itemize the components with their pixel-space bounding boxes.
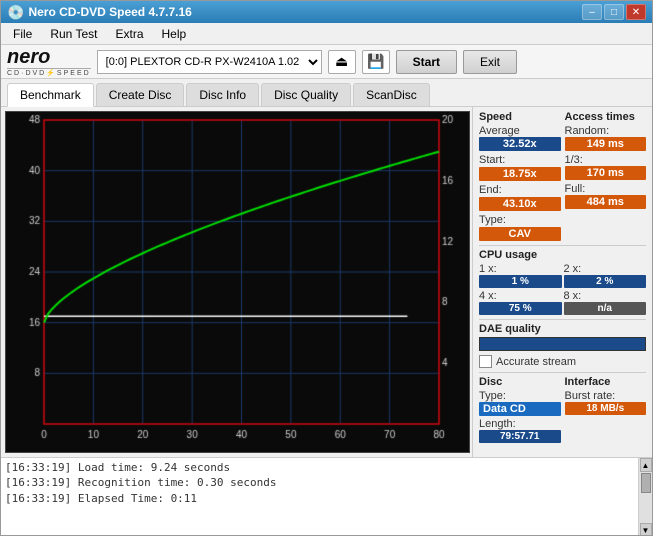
random-label: Random: xyxy=(565,125,647,137)
dae-title: DAE quality xyxy=(479,323,646,335)
save-button[interactable]: 💾 xyxy=(362,50,390,74)
type-label: Type: xyxy=(479,214,506,226)
cpu-8x-value: n/a xyxy=(564,302,647,315)
right-panel: Speed Average 32.52x Start: 18.75x End: … xyxy=(472,107,652,457)
tabs-row: Benchmark Create Disc Disc Info Disc Qua… xyxy=(1,79,652,107)
menu-bar: File Run Test Extra Help xyxy=(1,23,652,45)
avg-value: 32.52x xyxy=(479,137,561,151)
random-value: 149 ms xyxy=(565,137,647,151)
eject-button[interactable]: ⏏ xyxy=(328,50,356,74)
tab-disc-quality[interactable]: Disc Quality xyxy=(261,83,351,106)
cpu-4x-value: 75 % xyxy=(479,302,562,315)
nero-logo: nero CD·DVD⚡SPEED xyxy=(7,47,91,77)
avg-label: Average xyxy=(479,125,561,137)
cpu-1x-value: 1 % xyxy=(479,275,562,288)
toolbar: nero CD·DVD⚡SPEED [0:0] PLEXTOR CD-R PX-… xyxy=(1,45,652,79)
cpu-2x-value: 2 % xyxy=(564,275,647,288)
disc-length-label: Length: xyxy=(479,418,561,430)
cpu-8x-label: 8 x: xyxy=(564,290,582,302)
cpu-4x-label: 4 x: xyxy=(479,290,497,302)
log-area: [16:33:19] Load time: 9.24 seconds [16:3… xyxy=(1,457,652,536)
onethird-label: 1/3: xyxy=(565,154,647,166)
accurate-stream-label: Accurate stream xyxy=(496,356,576,368)
cpu-1x-label: 1 x: xyxy=(479,263,497,275)
disc-type-value: Data CD xyxy=(479,402,561,416)
menu-extra[interactable]: Extra xyxy=(107,25,151,43)
disc-type-label: Type: xyxy=(479,390,561,402)
interface-title: Interface xyxy=(565,376,647,388)
scroll-down-button[interactable]: ▼ xyxy=(640,523,652,536)
cpu-title: CPU usage xyxy=(479,249,646,261)
scroll-up-button[interactable]: ▲ xyxy=(640,458,652,472)
benchmark-chart xyxy=(6,112,469,452)
dae-bar xyxy=(479,337,646,351)
type-value: CAV xyxy=(479,227,561,241)
log-line-2: [16:33:19] Elapsed Time: 0:11 xyxy=(5,491,634,506)
start-value: 18.75x xyxy=(479,167,561,181)
start-label: Start: xyxy=(479,154,505,166)
onethird-value: 170 ms xyxy=(565,166,647,180)
disc-title: Disc xyxy=(479,376,561,388)
app-icon: 💿 xyxy=(7,4,24,21)
log-scrollbar[interactable]: ▲ ▼ xyxy=(638,458,652,536)
window-title: Nero CD-DVD Speed 4.7.7.16 xyxy=(28,5,191,19)
exit-button[interactable]: Exit xyxy=(463,50,517,74)
cpu-2x-label: 2 x: xyxy=(564,263,582,275)
tab-scan-disc[interactable]: ScanDisc xyxy=(353,83,430,106)
end-value: 43.10x xyxy=(479,197,561,211)
disc-length-value: 79:57.71 xyxy=(479,430,561,443)
accurate-stream-checkbox[interactable] xyxy=(479,355,492,368)
burst-value: 18 MB/s xyxy=(565,402,647,415)
tab-benchmark[interactable]: Benchmark xyxy=(7,83,94,107)
burst-label: Burst rate: xyxy=(565,390,647,402)
access-title: Access times xyxy=(565,111,647,123)
speed-title: Speed xyxy=(479,111,561,123)
tab-create-disc[interactable]: Create Disc xyxy=(96,83,185,106)
drive-select[interactable]: [0:0] PLEXTOR CD-R PX-W2410A 1.02 xyxy=(97,50,322,74)
close-button[interactable]: ✕ xyxy=(626,4,646,20)
menu-run-test[interactable]: Run Test xyxy=(42,25,105,43)
log-content: [16:33:19] Load time: 9.24 seconds [16:3… xyxy=(1,458,638,536)
log-line-0: [16:33:19] Load time: 9.24 seconds xyxy=(5,460,634,475)
menu-file[interactable]: File xyxy=(5,25,40,43)
nero-brand-text: nero xyxy=(7,47,91,67)
maximize-button[interactable]: □ xyxy=(604,4,624,20)
log-line-1: [16:33:19] Recognition time: 0.30 second… xyxy=(5,475,634,490)
end-label: End: xyxy=(479,184,502,196)
menu-help[interactable]: Help xyxy=(154,25,195,43)
start-button[interactable]: Start xyxy=(396,50,457,74)
tab-disc-info[interactable]: Disc Info xyxy=(186,83,259,106)
title-bar: 💿 Nero CD-DVD Speed 4.7.7.16 – □ ✕ xyxy=(1,1,652,23)
full-value: 484 ms xyxy=(565,195,647,209)
full-label: Full: xyxy=(565,183,647,195)
nero-product-text: CD·DVD⚡SPEED xyxy=(7,68,91,77)
scroll-thumb[interactable] xyxy=(641,473,651,493)
minimize-button[interactable]: – xyxy=(582,4,602,20)
